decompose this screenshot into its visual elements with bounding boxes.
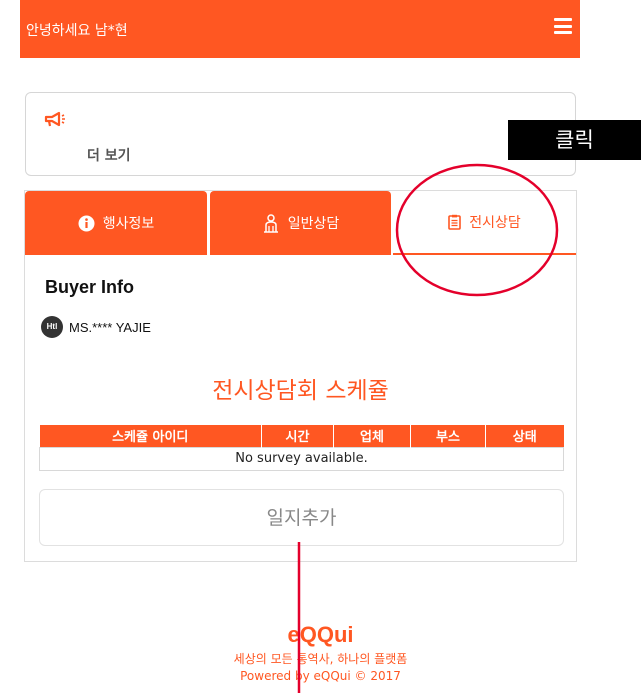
greeting-text: 안녕하세요 남*현 xyxy=(26,23,128,39)
top-bar: 안녕하세요 남*현 xyxy=(20,0,580,58)
buyer-name: MS.**** YAJIE xyxy=(69,320,151,335)
buyer-info-title: Buyer Info xyxy=(45,277,135,297)
notice-card: 더 보기 xyxy=(25,92,576,176)
hotel-badge-icon: Htl xyxy=(41,316,63,338)
footer-powered-by: Powered by eQQui © 2017 xyxy=(240,669,401,683)
col-booth: 부스 xyxy=(410,425,486,447)
click-annotation-label: 클릭 xyxy=(508,120,641,160)
eqqui-logo: eQQui xyxy=(287,622,354,647)
megaphone-icon xyxy=(44,111,65,127)
table-row: No survey available. xyxy=(39,446,564,471)
more-link[interactable]: 더 보기 xyxy=(87,145,131,165)
col-company: 업체 xyxy=(333,425,411,447)
people-consult-icon xyxy=(263,213,278,233)
tab-exhibition-consult-label: 전시상담 xyxy=(469,215,521,231)
empty-message: No survey available. xyxy=(39,446,564,471)
hamburger-menu-icon[interactable] xyxy=(554,18,572,34)
col-time: 시간 xyxy=(261,425,334,447)
tab-general-consult-label: 일반상담 xyxy=(287,216,340,232)
tab-event-info[interactable]: 행사정보 xyxy=(25,191,207,255)
add-log-button[interactable]: 일지추가 xyxy=(39,489,564,546)
tab-bar: 행사정보 일반상담 전시상담 xyxy=(25,191,576,255)
tab-exhibition-consult[interactable]: 전시상담 xyxy=(393,191,576,255)
footer: eQQui 세상의 모든 통역사, 하나의 플랫폼 Powered by eQQ… xyxy=(0,622,641,683)
schedule-table: 스케쥴 아이디 시간 업체 부스 상태 No survey available. xyxy=(39,425,564,471)
clipboard-icon xyxy=(448,214,462,230)
schedule-title: 전시상담회 스케쥴 xyxy=(212,378,389,404)
schedule-header-row: 스케쥴 아이디 시간 업체 부스 상태 xyxy=(39,425,564,447)
tab-general-consult[interactable]: 일반상담 xyxy=(210,191,391,255)
info-circle-icon xyxy=(78,215,95,231)
main-panel: 행사정보 일반상담 전시상담 Buyer Info Htl MS.**** YA… xyxy=(24,190,577,562)
col-schedule-id: 스케쥴 아이디 xyxy=(39,425,262,447)
tab-event-info-label: 행사정보 xyxy=(102,216,155,232)
col-status: 상태 xyxy=(485,425,564,447)
footer-tagline: 세상의 모든 통역사, 하나의 플랫폼 xyxy=(233,652,408,666)
